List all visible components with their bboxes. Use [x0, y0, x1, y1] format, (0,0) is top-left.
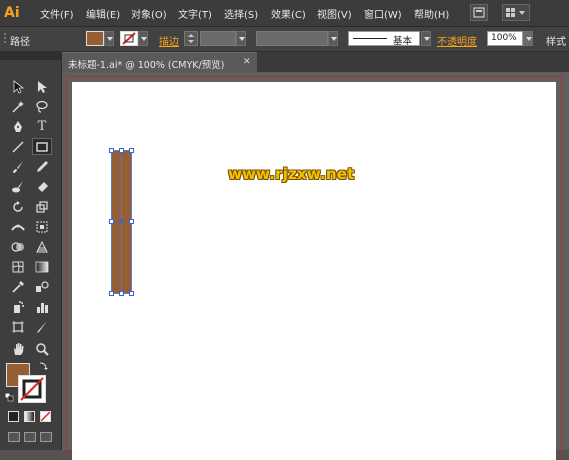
watermark: www.rjzxw.net — [228, 165, 355, 183]
type-tool-icon[interactable]: T — [32, 118, 52, 135]
menu-object[interactable]: 对象(O) — [131, 6, 167, 21]
stroke-color-swatch[interactable] — [18, 375, 46, 403]
stroke-line-icon — [353, 38, 387, 39]
document-tab-title: 未标题-1.ai* @ 100% (CMYK/预览) — [68, 60, 225, 71]
object-type-label: 路径 — [10, 37, 30, 48]
artboard-tool-icon[interactable] — [8, 318, 28, 335]
width-tool-icon[interactable] — [8, 218, 28, 235]
stroke-weight-field[interactable] — [200, 31, 236, 46]
none-mode-button[interactable] — [40, 411, 51, 422]
fill-swatch[interactable] — [86, 31, 104, 46]
variable-width-profile[interactable] — [256, 31, 328, 46]
handle-top-center[interactable] — [119, 148, 124, 153]
eraser-tool-icon[interactable] — [32, 178, 52, 195]
free-transform-tool-icon[interactable] — [32, 218, 52, 235]
menu-view[interactable]: 视图(V) — [317, 6, 352, 21]
menu-bar: Ai 文件(F) 编辑(E) 对象(O) 文字(T) 选择(S) 效果(C) 视… — [0, 0, 569, 27]
profile-dropdown[interactable] — [328, 31, 338, 46]
brush-name: 基本 — [393, 36, 413, 47]
gradient-mode-button[interactable] — [24, 411, 35, 422]
handle-top-left[interactable] — [109, 148, 114, 153]
pencil-tool-icon[interactable] — [32, 158, 52, 175]
perspective-grid-tool-icon[interactable] — [32, 238, 52, 255]
bridge-icon[interactable] — [470, 4, 488, 21]
canvas-area[interactable]: www.rjzxw.net — [62, 72, 569, 460]
opacity-field[interactable]: 100% — [487, 31, 523, 46]
default-fill-stroke-icon[interactable] — [4, 392, 14, 402]
handle-middle-left[interactable] — [109, 219, 114, 224]
arrange-documents-icon[interactable] — [502, 4, 530, 21]
control-bar: 路径 描边 基本 不透明度 100% 样式 — [0, 27, 569, 52]
zoom-tool-icon[interactable] — [32, 340, 52, 357]
mesh-tool-icon[interactable] — [8, 258, 28, 275]
center-point — [119, 219, 123, 223]
opacity-dropdown[interactable] — [523, 31, 533, 46]
document-tab-bar: 未标题-1.ai* @ 100% (CMYK/预览) ✕ — [62, 52, 569, 72]
column-graph-tool-icon[interactable] — [32, 298, 52, 315]
line-tool-icon[interactable] — [8, 138, 28, 155]
style-label: 样式 — [546, 37, 566, 48]
selection-tool-icon[interactable] — [8, 78, 28, 95]
stroke-dropdown[interactable] — [138, 31, 148, 46]
blob-brush-tool-icon[interactable] — [8, 178, 28, 195]
hand-tool-icon[interactable] — [8, 340, 28, 357]
no-stroke-indicator-icon — [20, 377, 44, 401]
menu-file[interactable]: 文件(F) — [40, 6, 74, 21]
draw-inside-button[interactable] — [40, 432, 52, 442]
pen-tool-icon[interactable] — [8, 118, 28, 135]
stroke-label[interactable]: 描边 — [159, 33, 179, 48]
eyedropper-tool-icon[interactable] — [8, 278, 28, 295]
grip-icon — [4, 33, 6, 43]
menu-select[interactable]: 选择(S) — [224, 6, 258, 21]
blend-tool-icon[interactable] — [32, 278, 52, 295]
fill-dropdown[interactable] — [104, 31, 114, 46]
menu-effect[interactable]: 效果(C) — [271, 6, 306, 21]
brush-dropdown[interactable] — [421, 31, 431, 46]
menu-type[interactable]: 文字(T) — [178, 6, 212, 21]
stroke-swatch[interactable] — [120, 31, 138, 46]
direct-selection-tool-icon[interactable] — [32, 78, 52, 95]
swap-fill-stroke-icon[interactable] — [38, 361, 48, 371]
artboard[interactable] — [72, 82, 556, 460]
tools-panel: T — [0, 52, 62, 450]
opacity-label[interactable]: 不透明度 — [437, 33, 477, 48]
scale-tool-icon[interactable] — [32, 198, 52, 215]
paintbrush-tool-icon[interactable] — [8, 158, 28, 175]
stroke-weight-dropdown[interactable] — [236, 31, 246, 46]
draw-normal-button[interactable] — [8, 432, 20, 442]
symbol-sprayer-tool-icon[interactable] — [8, 298, 28, 315]
rectangle-tool-icon[interactable] — [32, 138, 52, 155]
gradient-tool-icon[interactable] — [32, 258, 52, 275]
handle-bottom-center[interactable] — [119, 291, 124, 296]
menu-edit[interactable]: 编辑(E) — [86, 6, 120, 21]
magic-wand-tool-icon[interactable] — [8, 98, 28, 115]
handle-bottom-left[interactable] — [109, 291, 114, 296]
handle-bottom-right[interactable] — [129, 291, 134, 296]
draw-behind-button[interactable] — [24, 432, 36, 442]
color-mode-button[interactable] — [8, 411, 19, 422]
lasso-tool-icon[interactable] — [32, 98, 52, 115]
handle-top-right[interactable] — [129, 148, 134, 153]
no-stroke-icon — [122, 32, 136, 45]
stroke-weight-stepper[interactable] — [184, 31, 198, 46]
menu-window[interactable]: 窗口(W) — [364, 6, 402, 21]
slice-tool-icon[interactable] — [32, 318, 52, 335]
document-tab[interactable]: 未标题-1.ai* @ 100% (CMYK/预览) ✕ — [62, 52, 257, 72]
rotate-tool-icon[interactable] — [8, 198, 28, 215]
shape-builder-tool-icon[interactable] — [8, 238, 28, 255]
brush-definition[interactable]: 基本 — [348, 31, 420, 47]
menu-help[interactable]: 帮助(H) — [414, 6, 449, 21]
tools-panel-header[interactable] — [0, 52, 62, 60]
handle-middle-right[interactable] — [129, 219, 134, 224]
close-tab-icon[interactable]: ✕ — [243, 57, 251, 67]
app-logo: Ai — [4, 5, 20, 21]
